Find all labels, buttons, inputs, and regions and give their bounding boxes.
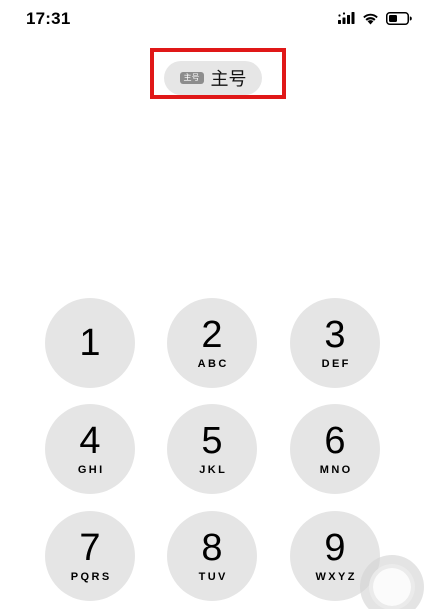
key-7[interactable]: 7 PQRS <box>45 511 135 601</box>
key-letters: WXYZ <box>315 571 357 583</box>
key-digit: 5 <box>201 420 223 462</box>
key-letters: MNO <box>319 464 353 476</box>
key-digit: 3 <box>324 314 346 356</box>
key-6[interactable]: 6 MNO <box>290 404 380 494</box>
key-3[interactable]: 3 DEF <box>290 298 380 388</box>
key-8[interactable]: 8 TUV <box>167 511 257 601</box>
key-digit: 6 <box>324 420 346 462</box>
key-digit: 8 <box>201 527 223 569</box>
key-letters: TUV <box>198 571 228 583</box>
key-1[interactable]: 1 <box>45 298 135 388</box>
keypad: 1 2 ABC 3 DEF 4 GHI 5 JKL 6 MNO 7 PQRS 8… <box>0 0 430 609</box>
key-letters: PQRS <box>70 571 112 583</box>
key-digit: 1 <box>79 322 101 364</box>
dialer-screen: 17:31 主号 主号 1 2 ABC 3 DEF 4 GHI 5 JKL 6 … <box>0 0 430 609</box>
key-digit: 4 <box>79 420 101 462</box>
key-5[interactable]: 5 JKL <box>167 404 257 494</box>
key-letters: GHI <box>77 464 105 476</box>
key-4[interactable]: 4 GHI <box>45 404 135 494</box>
assistive-touch-icon <box>373 568 411 606</box>
key-2[interactable]: 2 ABC <box>167 298 257 388</box>
key-digit: 9 <box>324 527 346 569</box>
key-letters: DEF <box>321 358 351 370</box>
key-letters: JKL <box>199 464 228 476</box>
key-letters: ABC <box>197 358 229 370</box>
key-digit: 2 <box>201 314 223 356</box>
key-digit: 7 <box>79 527 101 569</box>
